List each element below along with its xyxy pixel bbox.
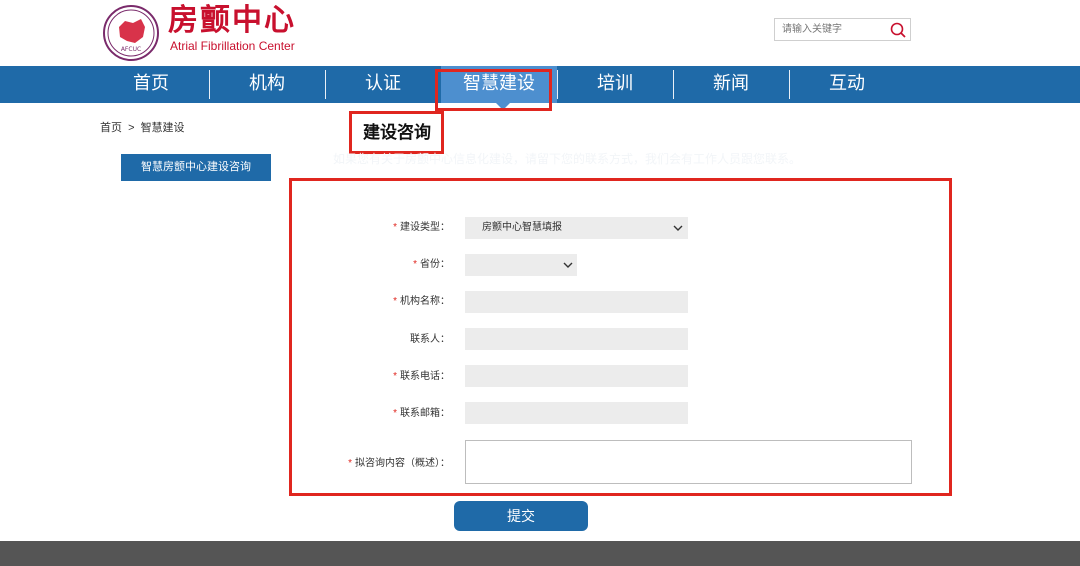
submit-button[interactable]: 提交 xyxy=(454,501,588,531)
search-input[interactable] xyxy=(775,19,885,40)
required-mark: * xyxy=(393,408,397,419)
phone-field[interactable] xyxy=(465,365,688,387)
search-box xyxy=(774,18,911,41)
type-select[interactable]: 房颤中心智慧填报 xyxy=(465,217,688,239)
email-label: * 联系邮箱： xyxy=(393,408,450,419)
nav-item-news[interactable]: 新闻 xyxy=(673,66,789,103)
emblem-text: AFCUC xyxy=(121,46,141,53)
highlight-box-title xyxy=(349,111,444,154)
breadcrumb-home[interactable]: 首页 xyxy=(100,122,122,134)
search-icon xyxy=(890,22,906,38)
breadcrumb-separator: > xyxy=(128,122,135,134)
content-label: * 拟咨询内容（概述）： xyxy=(348,458,450,469)
contact-person-label: 联系人： xyxy=(410,334,450,345)
contact-person-field[interactable] xyxy=(465,328,688,350)
chevron-down-icon xyxy=(563,262,573,268)
footer-bar xyxy=(0,541,1080,566)
nav-item-institutions[interactable]: 机构 xyxy=(209,66,325,103)
logo-title[interactable]: 房颤中心 xyxy=(168,4,296,38)
nav-item-home[interactable]: 首页 xyxy=(93,66,209,103)
intro-text: 如果您有关于房颤中心信息化建设，请留下您的联系方式，我们会有工作人员跟您联系。 xyxy=(333,152,802,166)
logo-emblem-icon[interactable]: AFCUC xyxy=(103,5,159,61)
required-mark: * xyxy=(413,259,417,270)
province-select[interactable] xyxy=(465,254,577,276)
required-mark: * xyxy=(393,296,397,307)
email-field[interactable] xyxy=(465,402,688,424)
logo-subtitle: Atrial Fibrillation Center xyxy=(170,39,295,53)
search-button[interactable] xyxy=(884,19,910,40)
nav-item-certification[interactable]: 认证 xyxy=(325,66,441,103)
sidebar-consult-button[interactable]: 智慧房颤中心建设咨询 xyxy=(121,154,271,181)
content-textarea[interactable] xyxy=(465,440,912,484)
site-header: AFCUC 房颤中心 Atrial Fibrillation Center xyxy=(0,0,1080,66)
highlight-box-nav xyxy=(435,69,552,111)
required-mark: * xyxy=(393,222,397,233)
type-select-value: 房颤中心智慧填报 xyxy=(482,222,562,233)
required-mark: * xyxy=(348,458,352,469)
org-name-label: * 机构名称： xyxy=(393,296,450,307)
type-label: * 建设类型： xyxy=(393,222,450,233)
nav-item-training[interactable]: 培训 xyxy=(557,66,673,103)
breadcrumb-current[interactable]: 智慧建设 xyxy=(141,122,185,134)
province-label: * 省份： xyxy=(413,259,450,270)
chevron-down-icon xyxy=(673,225,683,231)
required-mark: * xyxy=(393,371,397,382)
nav-item-interaction[interactable]: 互动 xyxy=(789,66,905,103)
org-name-field[interactable] xyxy=(465,291,688,313)
phone-label: * 联系电话： xyxy=(393,371,450,382)
breadcrumb: 首页 > 智慧建设 xyxy=(100,119,188,135)
